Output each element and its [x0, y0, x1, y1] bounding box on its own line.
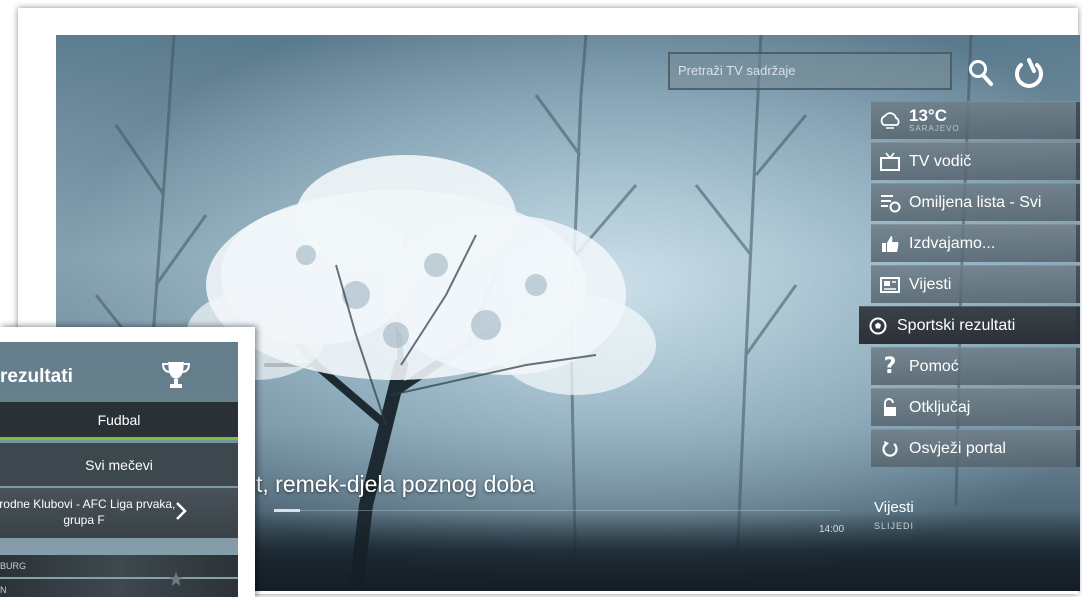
search-icon[interactable]	[968, 59, 994, 87]
panel-title: rezultati	[0, 366, 73, 387]
sports-results-inset: rezultati Fudbal Svi mečevi arodne Klubo…	[0, 327, 255, 597]
weather-cloud-icon	[871, 111, 909, 131]
menu-item-label: TV vodič	[909, 152, 972, 170]
program-title: t, remek-djela poznog doba	[256, 471, 535, 497]
match-row[interactable]: BURG	[0, 555, 238, 577]
league-row[interactable]: arodne Klubovi - AFC Liga prvaka, grupa …	[0, 488, 238, 538]
team-name: BURG	[0, 561, 27, 571]
soccer-ball-icon	[859, 317, 897, 335]
sports-results-panel: rezultati Fudbal Svi mečevi arodne Klubo…	[0, 342, 238, 597]
tab-all-matches[interactable]: Svi mečevi	[0, 443, 238, 486]
weather-widget[interactable]: 13°C SARAJEVO	[871, 101, 1080, 139]
menu-item-refresh[interactable]: Osvježi portal	[871, 429, 1080, 467]
thumbs-up-icon	[871, 234, 909, 254]
favorites-list-icon	[871, 193, 909, 213]
match-row[interactable]: N	[0, 579, 238, 597]
menu-item-sports-results[interactable]: Sportski rezultati	[859, 306, 1080, 344]
next-program-title: Vijesti	[874, 499, 914, 516]
team-name: N	[0, 585, 7, 595]
menu-item-label: Otključaj	[909, 398, 971, 416]
next-program-label: SLIJEDI	[874, 521, 915, 531]
menu-item-label: Sportski rezultati	[897, 316, 1016, 334]
program-progress-track	[300, 510, 840, 511]
help-icon: ?	[883, 354, 897, 379]
search-input[interactable]: Pretraži TV sadržaje	[668, 52, 952, 90]
tv-icon	[871, 152, 909, 172]
program-progress-fill	[274, 509, 300, 512]
tab-football[interactable]: Fudbal	[0, 402, 238, 440]
menu-item-label: Vijesti	[909, 275, 952, 293]
program-time: 14:00	[819, 524, 845, 535]
power-icon[interactable]	[1012, 57, 1046, 91]
menu-item-help[interactable]: ? Pomoć	[871, 347, 1080, 385]
chevron-right-icon	[176, 502, 187, 520]
menu-item-label: Omiljena lista - Svi	[909, 193, 1042, 211]
menu-item-news[interactable]: Vijesti	[871, 265, 1080, 303]
trophy-icon	[162, 362, 190, 388]
menu-item-label: Osvježi portal	[909, 439, 1006, 457]
menu-item-favorites[interactable]: Omiljena lista - Svi	[871, 183, 1080, 221]
weather-text: 13°C SARAJEVO	[909, 106, 960, 133]
star-icon[interactable]	[168, 571, 184, 587]
menu-item-label: Izdvajamo...	[909, 234, 996, 252]
news-icon	[871, 276, 909, 294]
refresh-icon	[871, 440, 909, 458]
weather-city: SARAJEVO	[909, 124, 960, 133]
menu-item-featured[interactable]: Izdvajamo...	[871, 224, 1080, 262]
menu-item-tv-guide[interactable]: TV vodič	[871, 142, 1080, 180]
weather-temperature: 13°C	[909, 106, 947, 125]
unlock-icon	[871, 397, 909, 418]
menu-item-label: Pomoć	[909, 357, 959, 375]
league-label: arodne Klubovi - AFC Liga prvaka, grupa …	[0, 497, 176, 527]
menu-item-unlock[interactable]: Otključaj	[871, 388, 1080, 426]
